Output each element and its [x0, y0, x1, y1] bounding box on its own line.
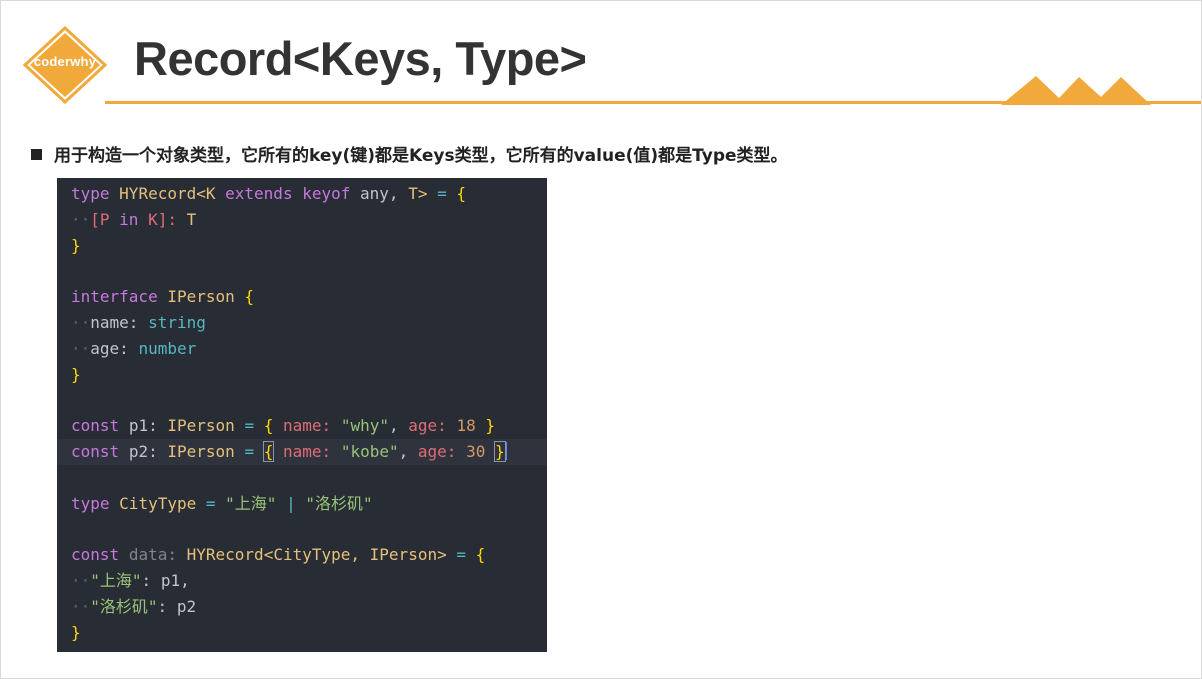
bullet-square-icon [31, 149, 42, 160]
code-line-16: ··"上海": p1, [71, 570, 190, 590]
code-line-14-blank [71, 516, 547, 542]
logo-text: coderwhy [33, 54, 97, 69]
code-line-6: ··name: string [71, 312, 206, 332]
text-cursor [504, 441, 507, 460]
title-underline [105, 101, 1201, 104]
code-line-12-blank [71, 465, 547, 491]
code-line-11-current: const p2: IPerson = { name: "kobe", age:… [57, 438, 547, 465]
code-line-17: ··"洛杉矶": p2 [71, 596, 197, 616]
code-block: type HYRecord<K extends keyof any, T> = … [57, 178, 547, 652]
code-line-10: const p1: IPerson = { name: "why", age: … [71, 416, 495, 436]
slide: coderwhy Record<Keys, Type> 用于构造一个对象类型，它… [0, 0, 1202, 679]
code-line-15: const data: HYRecord<CityType, IPerson> … [71, 545, 486, 565]
coderwhy-logo: coderwhy [23, 26, 107, 104]
code-line-13: type CityType = "上海" | "洛杉矶" [71, 493, 373, 513]
code-line-7: ··age: number [71, 338, 197, 358]
code-line-18: } [71, 622, 81, 642]
code-line-5: interface IPerson { [71, 287, 255, 307]
code-line-3: } [71, 235, 81, 255]
code-line-8: } [71, 364, 81, 384]
bullet-text: 用于构造一个对象类型，它所有的key(键)都是Keys类型，它所有的value(… [54, 146, 788, 166]
code-line-2: ··[P in K]: T [71, 209, 197, 229]
slide-title: Record<Keys, Type> [134, 32, 587, 85]
code-line-4-blank [71, 258, 547, 284]
code-line-1: type HYRecord<K extends keyof any, T> = … [71, 184, 467, 203]
code-line-9-blank [71, 387, 547, 413]
bullet-item: 用于构造一个对象类型，它所有的key(键)都是Keys类型，它所有的value(… [31, 141, 788, 166]
